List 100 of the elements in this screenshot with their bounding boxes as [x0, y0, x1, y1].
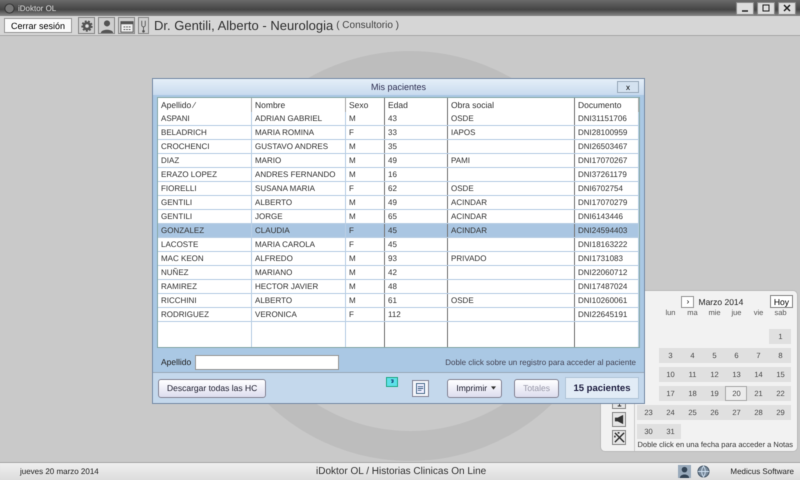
table-cell: DNI1731083 [574, 252, 638, 266]
table-cell: RODRIGUEZ [158, 308, 252, 322]
table-cell: M [346, 140, 384, 154]
table-cell: GONZALEZ [158, 224, 252, 238]
table-cell: ALBERTO [252, 196, 346, 210]
table-cell: DNI37261179 [574, 168, 638, 182]
table-cell: PAMI [448, 154, 574, 168]
table-cell: PRIVADO [448, 252, 574, 266]
table-cell: 43 [384, 112, 448, 126]
table-cell: SUSANA MARIA [252, 182, 346, 196]
close-button[interactable] [778, 2, 796, 14]
table-cell: ASPANI [158, 112, 252, 126]
table-cell: DNI6702754 [574, 182, 638, 196]
close-button[interactable]: x [617, 81, 639, 93]
table-cell: F [346, 308, 384, 322]
column-header[interactable]: Documento [574, 98, 638, 112]
table-cell: M [346, 112, 384, 126]
table-cell: OSDE [448, 294, 574, 308]
table-cell: 45 [384, 238, 448, 252]
table-cell: IAPOS [448, 126, 574, 140]
megaphone-icon[interactable] [612, 412, 626, 427]
users-icon[interactable] [678, 465, 692, 478]
table-cell: CLAUDIA [252, 224, 346, 238]
table-cell: M [346, 196, 384, 210]
calendar-icon[interactable] [118, 17, 135, 34]
table-cell: DNI17070279 [574, 196, 638, 210]
table-cell: M [346, 154, 384, 168]
table-cell: MARIO [252, 154, 346, 168]
surname-field[interactable] [195, 354, 340, 370]
table-cell: HECTOR JAVIER [252, 280, 346, 294]
logout-button[interactable]: Cerrar sesión [4, 18, 72, 33]
location-label: ( Consultorio ) [336, 20, 400, 31]
app-icon [4, 2, 15, 14]
table-cell: MARIANO [252, 266, 346, 280]
close-icon [782, 3, 792, 13]
table-cell: DNI17487024 [574, 280, 638, 294]
table-cell: DNI10260061 [574, 294, 638, 308]
table-cell: MARIA ROMINA [252, 126, 346, 140]
globe-icon[interactable] [697, 465, 710, 478]
table-cell: F [346, 126, 384, 140]
person-icon[interactable] [98, 17, 115, 34]
table-cell: FIORELLI [158, 182, 252, 196]
stethoscope-icon[interactable] [138, 17, 149, 34]
doctor-title: Dr. Gentili, Alberto - Neurologia [154, 18, 334, 33]
table-cell: GENTILI [158, 196, 252, 210]
column-header[interactable]: Apellido ⁄ [158, 98, 252, 112]
table-cell: F [346, 238, 384, 252]
app-label: iDoktor OL / Historias Clinicas On Line [316, 466, 488, 477]
table-cell: F [346, 224, 384, 238]
column-header[interactable]: Nombre [252, 98, 346, 112]
table-cell: ACINDAR [448, 224, 574, 238]
table-cell: ANDRES FERNANDO [252, 168, 346, 182]
table-cell: DNI26503467 [574, 140, 638, 154]
table-cell: RICCHINI [158, 294, 252, 308]
dialog-title: Mis pacientes [370, 82, 426, 92]
table-cell: DNI22060712 [574, 266, 638, 280]
table-cell: M [346, 168, 384, 182]
tools-icon[interactable] [612, 430, 626, 445]
table-cell: OSDE [448, 112, 574, 126]
table-cell: MAC KEON [158, 252, 252, 266]
table-cell: OSDE [448, 182, 574, 196]
column-header[interactable]: Edad [384, 98, 448, 112]
table-cell: M [346, 266, 384, 280]
table-cell: NUÑEZ [158, 266, 252, 280]
table-cell: 42 [384, 266, 448, 280]
table-cell: DNI17070267 [574, 154, 638, 168]
minimize-icon [742, 10, 748, 12]
download-button[interactable]: Descargar todas las HC [158, 378, 266, 398]
table-cell: 112 [384, 308, 448, 322]
table-cell: ALFREDO [252, 252, 346, 266]
today-button[interactable]: Hoy [770, 295, 793, 308]
table-cell: DNI18163222 [574, 238, 638, 252]
table-cell: 62 [384, 182, 448, 196]
table-cell: DNI22645191 [574, 308, 638, 322]
table-cell: LACOSTE [158, 238, 252, 252]
patient-count: 15 pacientes [565, 377, 639, 399]
table-cell: M [346, 280, 384, 294]
table-cell: ERAZO LOPEZ [158, 168, 252, 182]
month-label: Marzo 2014 [698, 296, 744, 306]
table-cell: 61 [384, 294, 448, 308]
document-icon[interactable] [412, 380, 430, 396]
minimize-button[interactable] [736, 2, 754, 14]
date-label: jueves 20 marzo 2014 [20, 467, 100, 476]
print-button[interactable]: Imprimir [447, 378, 502, 398]
table-cell: DIAZ [158, 154, 252, 168]
next-month-button[interactable]: › [681, 296, 694, 308]
table-cell: 45 [384, 224, 448, 238]
table-cell: GUSTAVO ANDRES [252, 140, 346, 154]
settings-icon[interactable] [78, 17, 95, 34]
table-cell: 16 [384, 168, 448, 182]
table-cell: 48 [384, 280, 448, 294]
hint-text: Doble click sobre un registro para acceder al paciente [445, 358, 636, 366]
column-header[interactable]: Sexo [346, 98, 384, 112]
maximize-button[interactable] [757, 2, 775, 14]
table-cell: 35 [384, 140, 448, 154]
column-header[interactable]: Obra social [448, 98, 574, 112]
help-icon[interactable] [386, 377, 398, 387]
table-cell: MARIA CAROLA [252, 238, 346, 252]
window-title: iDoktor OL [18, 4, 56, 12]
table-cell: VERONICA [252, 308, 346, 322]
